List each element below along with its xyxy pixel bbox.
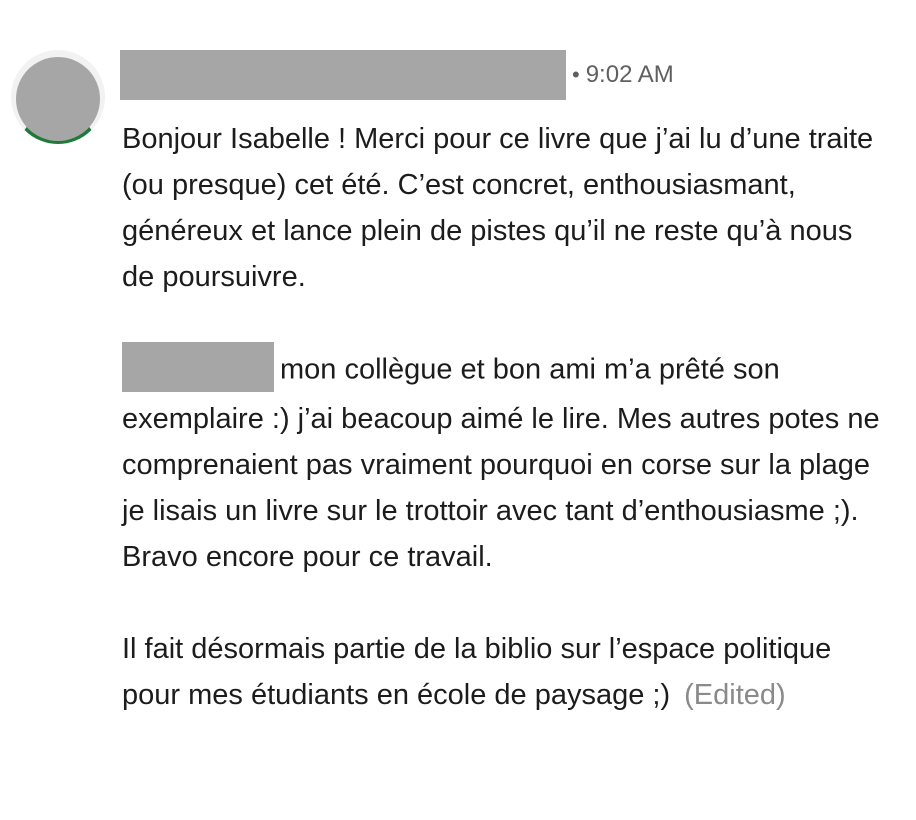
edited-label: (Edited) <box>684 679 786 711</box>
timestamp-separator: • <box>572 62 580 87</box>
message-paragraph-1: Bonjour Isabelle ! Merci pour ce livre q… <box>122 123 874 293</box>
message-paragraph-2: mon collègue et bon ami m’a prêté son ex… <box>122 342 882 534</box>
timestamp-group[interactable]: • 9:02 AM <box>572 61 674 89</box>
mention-redacted[interactable] <box>122 342 274 392</box>
author-name-redacted[interactable] <box>120 50 566 100</box>
message-paragraph-2-line-2: Bravo encore pour ce travail. <box>122 541 493 573</box>
message-body: Bonjour Isabelle ! Merci pour ce livre q… <box>122 116 882 718</box>
message-paragraph-3: Il fait désormais partie de la biblio su… <box>122 626 882 718</box>
avatar-redaction <box>16 56 100 141</box>
timestamp: 9:02 AM <box>585 61 674 88</box>
message-header: • 9:02 AM <box>120 50 674 100</box>
user-avatar[interactable] <box>11 50 105 144</box>
